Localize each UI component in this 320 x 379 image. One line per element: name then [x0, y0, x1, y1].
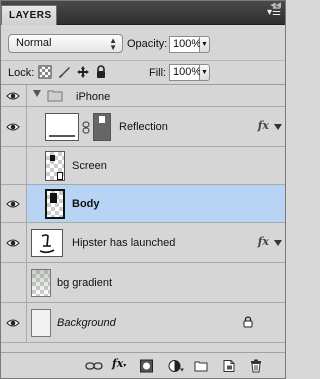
layer-thumbnail [45, 189, 65, 219]
layer-thumbnail [45, 151, 65, 181]
fill-value: 100% [173, 66, 202, 78]
lock-row: Lock: Fill: 100% ▼ [1, 61, 285, 85]
select-arrows-icon: ▲ ▼ [109, 36, 117, 52]
new-layer-icon[interactable] [223, 359, 235, 373]
layer-name: bg gradient [57, 277, 113, 289]
fill-label: Fill: [149, 67, 167, 79]
eye-icon [6, 200, 20, 207]
panel-title: LAYERS [9, 10, 52, 21]
layer-row[interactable]: Background [1, 303, 285, 343]
add-layer-style-icon[interactable]: fx▾ [112, 357, 126, 371]
group-expand-triangle-icon[interactable] [33, 90, 41, 97]
visibility-toggle[interactable] [1, 107, 27, 146]
layers-toolbar: fx▾ [1, 352, 285, 378]
lock-label: Lock: [8, 67, 35, 79]
panel-titlebar: LAYERS ◀◀ ▾☰ [1, 1, 285, 25]
effects-expand-icon[interactable] [274, 240, 282, 246]
folder-icon [47, 90, 63, 102]
blend-mode-value: Normal [16, 37, 52, 49]
layer-name: Hipster has launched [72, 237, 176, 249]
fill-dropdown-button[interactable]: ▼ [200, 64, 210, 81]
layer-thumbnail [31, 269, 51, 297]
eye-icon [6, 92, 20, 99]
delete-layer-trash-icon[interactable] [250, 359, 262, 373]
new-adjustment-layer-icon[interactable] [168, 359, 184, 373]
effects-expand-icon[interactable] [274, 124, 282, 130]
lock-transparent-pixels-icon[interactable] [38, 65, 52, 79]
layer-name: iPhone [76, 91, 111, 103]
layer-row[interactable]: Reflection fx [1, 107, 285, 147]
layer-effects-icon[interactable]: fx [258, 235, 269, 248]
opacity-dropdown-button[interactable]: ▼ [200, 36, 210, 53]
add-layer-mask-icon[interactable] [140, 359, 153, 373]
layer-effects-icon[interactable]: fx [258, 119, 269, 132]
visibility-toggle[interactable] [1, 223, 27, 262]
layer-row-selected[interactable]: Body [1, 185, 285, 223]
link-layers-icon[interactable] [85, 359, 103, 373]
lock-position-move-icon[interactable] [76, 65, 90, 79]
visibility-toggle[interactable] [1, 263, 27, 302]
opacity-value: 100% [173, 38, 202, 50]
layers-panel: LAYERS ◀◀ ▾☰ Normal ▲ ▼ Opacity: 100% ▼ L… [0, 0, 286, 379]
layer-name: Screen [72, 160, 107, 172]
eye-icon [6, 123, 20, 130]
visibility-toggle[interactable] [1, 147, 27, 184]
lock-icon [243, 316, 253, 328]
tab-layers[interactable]: LAYERS [1, 5, 57, 25]
eye-icon [6, 319, 20, 326]
layer-row[interactable]: Screen [1, 147, 285, 185]
lock-image-pixels-brush-icon[interactable] [57, 65, 71, 79]
layer-name: Background [57, 317, 116, 329]
visibility-toggle[interactable] [1, 185, 27, 222]
layers-list: iPhone Reflection fx Screen Body Hipster… [1, 85, 285, 347]
blend-row: Normal ▲ ▼ Opacity: 100% ▼ [1, 25, 285, 61]
layer-thumbnail [45, 113, 79, 141]
lock-all-icon[interactable] [94, 65, 108, 79]
layer-row[interactable]: Hipster has launched fx [1, 223, 285, 263]
layer-name: Body [72, 198, 100, 210]
opacity-label: Opacity: [127, 38, 168, 50]
opacity-input[interactable]: 100% [169, 36, 202, 53]
eye-icon [6, 239, 20, 246]
link-chain-icon[interactable] [82, 121, 90, 134]
hipster-logo-icon [39, 234, 55, 254]
layer-row-group[interactable]: iPhone [1, 85, 285, 107]
layer-mask-thumbnail[interactable] [93, 113, 111, 141]
visibility-toggle[interactable] [1, 85, 27, 106]
blend-mode-select[interactable]: Normal ▲ ▼ [8, 34, 123, 53]
layer-row[interactable]: bg gradient [1, 263, 285, 303]
layer-thumbnail [31, 309, 51, 337]
visibility-toggle[interactable] [1, 303, 27, 342]
panel-menu-icon[interactable]: ▾☰ [263, 6, 281, 20]
layer-name: Reflection [119, 121, 168, 133]
layer-thumbnail [31, 229, 63, 257]
new-group-folder-icon[interactable] [194, 359, 208, 373]
fill-input[interactable]: 100% [169, 64, 202, 81]
